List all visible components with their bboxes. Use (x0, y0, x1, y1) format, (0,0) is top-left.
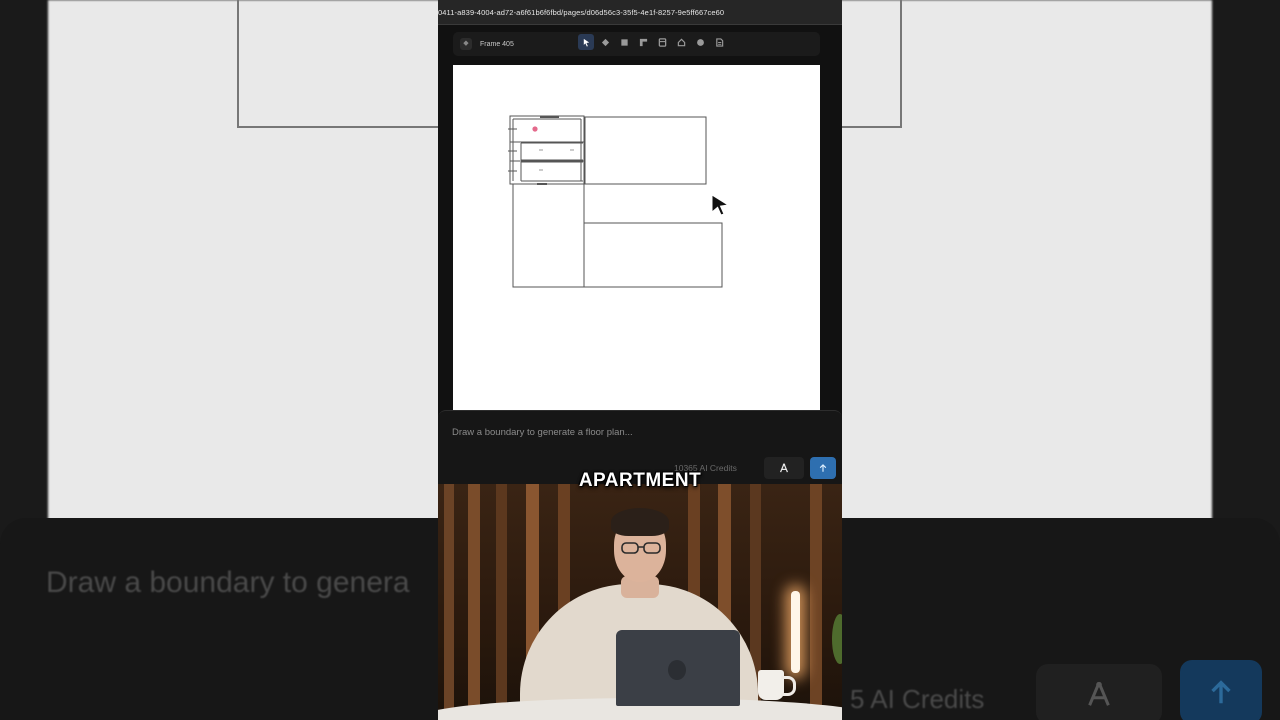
page-icon (715, 37, 723, 47)
page-tool[interactable] (711, 34, 727, 50)
url-text: 0411-a839-4004-ad72-a6f61b6f6fbd/pages/d… (438, 8, 725, 17)
editor-toolbar: ◆ Frame 405 (453, 32, 820, 56)
wood-slat (468, 484, 480, 720)
boundary-room-3 (583, 222, 723, 288)
plant (832, 614, 842, 664)
browser-url-bar[interactable]: 0411-a839-4004-ad72-a6f61b6f6fbd/pages/d… (438, 0, 842, 25)
presenter-hair (611, 508, 669, 536)
wood-slat (810, 484, 822, 720)
blurred-send-button (1180, 660, 1262, 720)
frame-label: Frame 405 (480, 41, 514, 48)
presenter-video (438, 484, 842, 720)
blurred-architect-button (1036, 664, 1162, 720)
blurred-prompt-text: Draw a boundary to genera (46, 566, 410, 599)
compass-icon (1088, 681, 1110, 706)
boundary-room-2 (512, 183, 585, 288)
prompt-input[interactable]: Draw a boundary to generate a floor plan… (452, 427, 633, 438)
wood-slat (444, 484, 454, 720)
comment-icon (696, 38, 704, 46)
apple-logo-icon (668, 660, 686, 680)
marker-dot (532, 126, 538, 132)
wall-tool[interactable] (635, 34, 651, 50)
video-caption: APARTMENT (578, 470, 702, 491)
mouse-cursor-icon (711, 194, 730, 216)
laptop (616, 630, 740, 706)
boundary-room-1 (584, 116, 707, 185)
room-icon (677, 38, 685, 46)
door-tool[interactable] (654, 34, 670, 50)
glasses (621, 542, 661, 554)
arrow-up-icon (1211, 680, 1231, 704)
app-screen: 0411-a839-4004-ad72-a6f61b6f6fbd/pages/d… (438, 0, 842, 720)
square-icon (620, 38, 628, 46)
wood-slat (496, 484, 507, 720)
component-tool[interactable] (597, 34, 613, 50)
frame-icon[interactable]: ◆ (460, 38, 472, 50)
tool-group (578, 34, 727, 50)
diamond-icon (601, 38, 609, 46)
wall-icon (639, 38, 647, 46)
floor-plan-drawing (508, 115, 723, 288)
comment-tool[interactable] (692, 34, 708, 50)
rectangle-tool[interactable] (616, 34, 632, 50)
blurred-credits-text: 5 AI Credits (850, 684, 985, 714)
door-icon (658, 37, 666, 47)
light-tube (791, 591, 800, 673)
select-tool[interactable] (578, 34, 594, 50)
room-tool[interactable] (673, 34, 689, 50)
cursor-arrow-icon (583, 38, 589, 46)
floor-plan-canvas[interactable] (453, 65, 820, 412)
mug-handle (781, 676, 796, 696)
